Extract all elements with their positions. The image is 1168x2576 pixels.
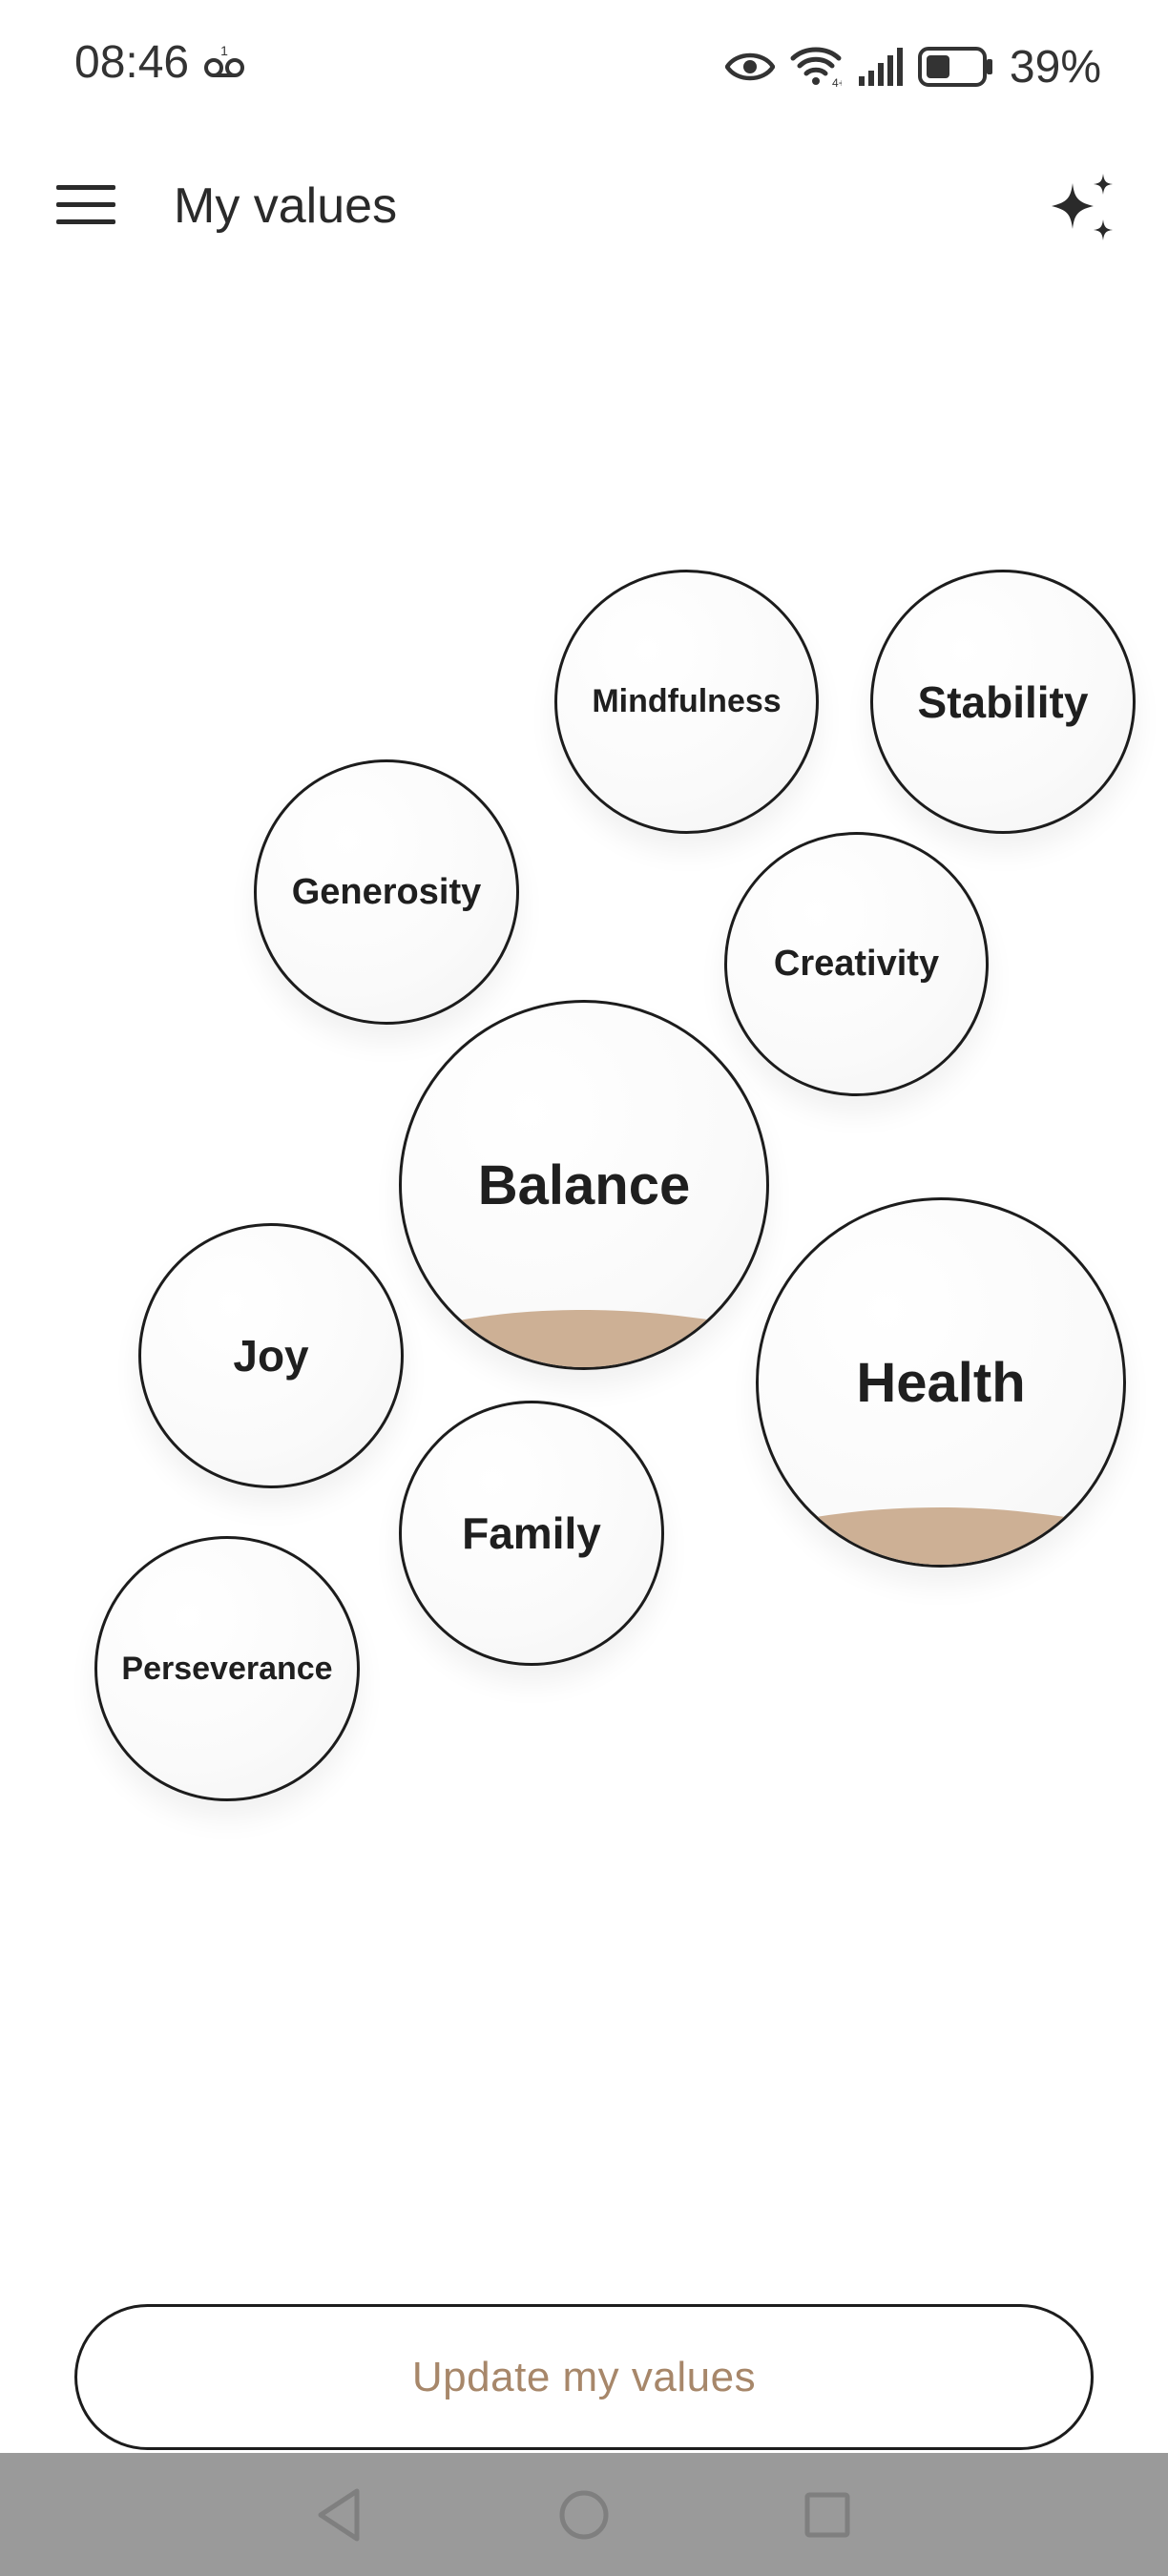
update-my-values-button[interactable]: Update my values [74,2304,1094,2450]
update-button-label: Update my values [411,2353,757,2400]
home-icon [559,2490,609,2540]
value-bubble-mindfulness[interactable]: Mindfulness [554,570,819,834]
voicemail-icon: 1 [203,43,245,82]
value-label: Health [856,1351,1026,1414]
hamburger-menu-icon [56,185,115,224]
recents-icon [804,2492,850,2538]
status-icons: 4+ 39% [724,38,1101,95]
svg-text:1: 1 [220,44,228,58]
system-nav-bar [0,2453,1168,2576]
value-bubble-stability[interactable]: Stability [870,570,1136,834]
progress-fill [759,1507,1123,1565]
status-bar: 08:46 1 4+ [0,0,1168,134]
app-bar: My values [0,134,1168,277]
value-bubble-perseverance[interactable]: Perseverance [94,1536,360,1801]
value-label: Stability [917,676,1089,727]
sparkle-button[interactable] [1038,162,1130,254]
value-label: Mindfulness [592,683,782,719]
svg-text:4+: 4+ [832,76,842,89]
back-icon [318,2488,360,2542]
eye-icon [724,50,775,84]
value-label: Family [462,1508,601,1558]
signal-icon [857,48,903,86]
sparkle-icon [1052,174,1113,240]
nav-back-button[interactable] [306,2482,373,2548]
values-bubble-cloud: Mindfulness Stability Generosity Creativ… [0,0,1168,2576]
nav-home-button[interactable] [551,2482,617,2548]
menu-button[interactable] [48,172,124,239]
status-time: 08:46 [74,37,190,88]
value-bubble-generosity[interactable]: Generosity [254,759,519,1025]
battery-percent: 39% [1009,41,1101,93]
battery-icon [917,47,994,87]
value-bubble-creativity[interactable]: Creativity [724,832,989,1096]
value-bubble-family[interactable]: Family [399,1401,664,1666]
value-label: Generosity [291,871,482,912]
value-bubble-health[interactable]: Health [756,1197,1126,1568]
page-title: My values [174,178,398,234]
value-label: Perseverance [121,1650,333,1687]
nav-recents-button[interactable] [794,2482,861,2548]
value-label: Creativity [773,944,940,984]
value-label: Joy [233,1331,309,1381]
wifi-icon: 4+ [790,45,842,89]
value-bubble-balance[interactable]: Balance [399,1000,769,1370]
value-bubble-joy[interactable]: Joy [138,1223,404,1488]
progress-fill [402,1310,766,1367]
value-label: Balance [477,1153,691,1216]
